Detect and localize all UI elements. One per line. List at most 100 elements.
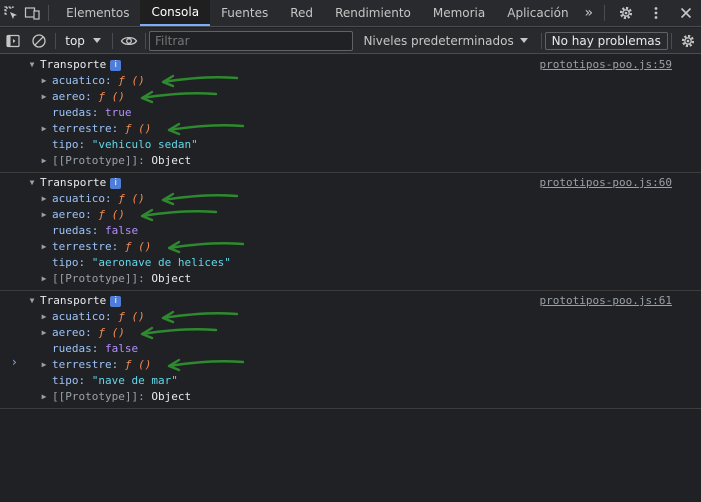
property-value: true <box>105 106 132 119</box>
hand-drawn-arrow-annotation <box>140 90 218 104</box>
dropdown-arrow-icon <box>519 37 528 43</box>
property-row[interactable]: ▶ acuatico: ƒ () <box>0 309 701 325</box>
close-devtools-icon[interactable] <box>671 0 701 26</box>
console-output: ▼ Transporte i prototipos-poo.js:59 ▶ acuatic… <box>0 55 701 409</box>
sidebar-toggle-icon[interactable] <box>0 28 26 54</box>
property-key: tipo <box>52 374 79 387</box>
property-key: aereo <box>52 90 86 103</box>
property-key: [[Prototype]] <box>52 390 139 403</box>
context-selector[interactable]: top <box>59 34 109 48</box>
property-key: tipo <box>52 138 79 151</box>
key-separator: : <box>78 138 92 151</box>
property-key: terrestre <box>52 358 112 371</box>
source-link[interactable]: prototipos-poo.js:59 <box>540 57 672 73</box>
console-settings-gear-icon[interactable] <box>675 28 701 54</box>
collapsed-triangle-icon[interactable]: ▶ <box>39 239 49 255</box>
object-name: Transporte <box>40 58 107 71</box>
property-row[interactable]: ▶ [[Prototype]]: Object <box>0 271 701 287</box>
hand-drawn-arrow-annotation <box>167 358 245 372</box>
object-name: Transporte <box>40 176 107 189</box>
property-row: tipo: "nave de mar" <box>0 373 701 389</box>
info-badge-icon[interactable]: i <box>110 296 122 307</box>
key-separator: : <box>138 390 152 403</box>
tab-memoria[interactable]: Memoria <box>422 0 496 26</box>
hand-drawn-arrow-annotation <box>161 192 239 206</box>
property-row[interactable]: ▶ terrestre: ƒ () <box>0 121 701 137</box>
key-separator: : <box>111 122 125 135</box>
property-row[interactable]: ▶ [[Prototype]]: Object <box>0 389 701 405</box>
property-row[interactable]: ▶ aereo: ƒ () <box>0 89 701 105</box>
property-row: ruedas: false <box>0 223 701 239</box>
info-badge-icon[interactable]: i <box>110 178 122 189</box>
collapsed-triangle-icon[interactable]: ▶ <box>39 357 49 373</box>
key-separator: : <box>91 342 105 355</box>
collapsed-triangle-icon[interactable]: ▶ <box>39 207 49 223</box>
property-value: ƒ () <box>124 122 152 135</box>
property-value: ƒ () <box>98 326 125 339</box>
collapsed-triangle-icon[interactable]: ▶ <box>39 73 49 89</box>
more-options-icon[interactable] <box>641 0 671 26</box>
console-prompt[interactable]: › <box>12 355 17 369</box>
info-badge-icon[interactable]: i <box>110 60 122 71</box>
property-row[interactable]: ▶ terrestre: ƒ () <box>0 239 701 255</box>
source-link[interactable]: prototipos-poo.js:61 <box>540 293 672 309</box>
issues-button[interactable]: No hay problemas <box>544 31 668 50</box>
collapsed-triangle-icon[interactable]: ▶ <box>39 191 49 207</box>
property-row[interactable]: ▶ [[Prototype]]: Object <box>0 153 701 169</box>
property-key: tipo <box>52 256 79 269</box>
property-key: ruedas <box>52 106 92 119</box>
key-separator: : <box>111 240 125 253</box>
filter-input[interactable] <box>148 30 354 51</box>
property-row[interactable]: ▶ acuatico: ƒ () <box>0 73 701 89</box>
key-separator: : <box>111 358 125 371</box>
object-header[interactable]: ▼ Transporte i prototipos-poo.js:59 <box>0 57 701 73</box>
key-separator: : <box>138 272 152 285</box>
object-header[interactable]: ▼ Transporte i prototipos-poo.js:61 <box>0 293 701 309</box>
property-row[interactable]: ▶ terrestre: ƒ () <box>0 357 701 373</box>
console-log-entry: ▼ Transporte i prototipos-poo.js:60 ▶ acuatic… <box>0 173 701 291</box>
collapsed-triangle-icon[interactable]: ▶ <box>39 389 49 405</box>
tab-rendimiento[interactable]: Rendimiento <box>324 0 422 26</box>
collapsed-triangle-icon[interactable]: ▶ <box>39 89 49 105</box>
key-separator: : <box>91 224 105 237</box>
settings-gear-icon[interactable] <box>611 0 641 26</box>
device-toolbar-icon[interactable] <box>21 0 42 26</box>
collapsed-triangle-icon[interactable]: ▶ <box>39 309 49 325</box>
tab-red[interactable]: Red <box>279 0 324 26</box>
collapsed-triangle-icon[interactable]: ▶ <box>39 153 49 169</box>
collapsed-triangle-icon[interactable]: ▶ <box>39 121 49 137</box>
hand-drawn-arrow-annotation <box>167 240 245 254</box>
hand-drawn-arrow-annotation <box>140 326 218 340</box>
property-value: Object <box>151 272 192 285</box>
property-value: ƒ () <box>98 208 125 221</box>
tab-consola[interactable]: Consola <box>140 0 211 26</box>
property-value: ƒ () <box>124 358 152 371</box>
devtools-tab-bar: Elementos Consola Fuentes Red Rendimiento Mem… <box>0 0 701 27</box>
log-levels-label: Niveles predeterminados <box>363 33 514 48</box>
property-row[interactable]: ▶ acuatico: ƒ () <box>0 191 701 207</box>
property-value: ƒ () <box>124 240 152 253</box>
property-row: ruedas: false <box>0 341 701 357</box>
collapsed-triangle-icon[interactable]: ▶ <box>39 325 49 341</box>
tab-aplicaci-n[interactable]: Aplicación <box>496 0 579 26</box>
property-key: aereo <box>52 208 86 221</box>
tab-fuentes[interactable]: Fuentes <box>210 0 279 26</box>
property-row[interactable]: ▶ aereo: ƒ () <box>0 325 701 341</box>
expanded-triangle-icon[interactable]: ▼ <box>27 57 37 73</box>
key-separator: : <box>104 310 119 323</box>
collapsed-triangle-icon[interactable]: ▶ <box>39 271 49 287</box>
inspect-element-icon[interactable] <box>0 0 21 26</box>
log-levels-dropdown[interactable]: Niveles predeterminados <box>353 34 537 48</box>
expanded-triangle-icon[interactable]: ▼ <box>27 293 37 309</box>
property-key: ruedas <box>52 224 92 237</box>
property-row[interactable]: ▶ aereo: ƒ () <box>0 207 701 223</box>
hand-drawn-arrow-annotation <box>167 122 245 136</box>
console-toolbar: top Niveles predeterminados No hay probl… <box>0 28 701 54</box>
live-expression-eye-icon[interactable] <box>116 28 142 54</box>
object-header[interactable]: ▼ Transporte i prototipos-poo.js:60 <box>0 175 701 191</box>
source-link[interactable]: prototipos-poo.js:60 <box>540 175 672 191</box>
expanded-triangle-icon[interactable]: ▼ <box>27 175 37 191</box>
more-tabs-button[interactable]: » <box>580 0 598 26</box>
clear-console-icon[interactable] <box>26 28 52 54</box>
tab-elementos[interactable]: Elementos <box>55 0 140 26</box>
